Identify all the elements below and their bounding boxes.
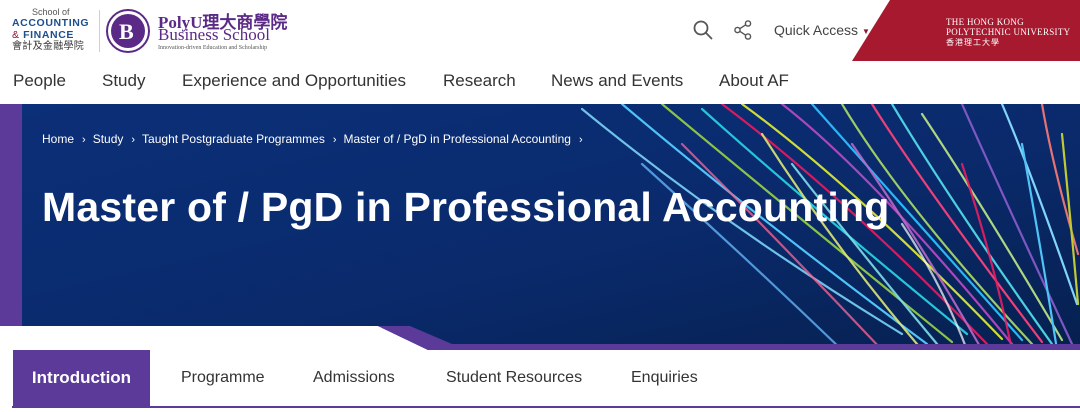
- chevron-right-icon: ›: [332, 134, 337, 146]
- nav-item-about-af[interactable]: About AF: [719, 71, 789, 91]
- breadcrumb-taught-postgraduate-programmes[interactable]: Taught Postgraduate Programmes: [142, 132, 325, 146]
- nav-item-people[interactable]: People: [13, 71, 66, 91]
- tabs-underline: [12, 406, 1080, 408]
- site-header: School of ACCOUNTING & FINANCE 會計及金融學院 B…: [0, 0, 1080, 62]
- af-logo-line1: School of: [32, 7, 70, 17]
- nav-item-news-and-events[interactable]: News and Events: [551, 71, 683, 91]
- hero-left-accent: [0, 104, 22, 326]
- breadcrumb-study[interactable]: Study: [93, 132, 124, 146]
- search-icon: [693, 20, 713, 40]
- af-logo-line2: ACCOUNTING: [12, 17, 90, 29]
- af-logo-line4: 會計及金融學院: [12, 41, 85, 52]
- school-of-accounting-finance-logo[interactable]: School of ACCOUNTING & FINANCE 會計及金融學院: [12, 8, 94, 56]
- tab-admissions[interactable]: Admissions: [313, 350, 395, 406]
- polyu-name-line2: POLYTECHNIC UNIVERSITY: [946, 27, 1071, 37]
- nav-item-research[interactable]: Research: [443, 71, 516, 91]
- hero-banner: Home › Study › Taught Postgraduate Programme…: [0, 104, 1080, 350]
- pbs-emblem-letter: B: [119, 19, 134, 44]
- chevron-right-icon: ›: [82, 134, 86, 146]
- chevron-right-icon: ›: [578, 134, 583, 146]
- polyu-emblem-icon: [852, 0, 880, 28]
- polyu-name-line1: THE HONG KONG: [946, 17, 1024, 27]
- page-title: Master of / PgD in Professional Accounti…: [42, 184, 890, 230]
- share-button[interactable]: [733, 19, 753, 41]
- polyu-business-school-logo[interactable]: B PolyU理大商學院 Business School Innovation-…: [106, 8, 287, 56]
- share-icon: [734, 20, 752, 40]
- tab-enquiries[interactable]: Enquiries: [631, 350, 698, 406]
- tab-programme[interactable]: Programme: [181, 350, 265, 406]
- tab-introduction[interactable]: Introduction: [13, 350, 150, 406]
- pbs-logo-line2: Business School: [158, 25, 270, 44]
- logo-divider: [99, 10, 100, 52]
- nav-item-experience-and-opportunities[interactable]: Experience and Opportunities: [182, 71, 406, 91]
- breadcrumb: Home › Study › Taught Postgraduate Programme…: [42, 132, 590, 146]
- polyu-name-chinese: 香港理工大學: [946, 38, 1000, 47]
- nav-item-study[interactable]: Study: [102, 71, 145, 91]
- tab-student-resources[interactable]: Student Resources: [446, 350, 582, 406]
- breadcrumb-home[interactable]: Home: [42, 132, 74, 146]
- polyu-university-badge[interactable]: THE HONG KONG POLYTECHNIC UNIVERSITY 香港理…: [852, 0, 1080, 61]
- breadcrumb-current-page[interactable]: Master of / PgD in Professional Accounti…: [343, 132, 570, 146]
- chevron-right-icon: ›: [131, 134, 136, 146]
- main-navigation: People Study Experience and Opportunitie…: [0, 62, 1080, 104]
- search-button[interactable]: [692, 19, 714, 41]
- pbs-logo-tagline: Innovation-driven Education and Scholars…: [158, 45, 268, 51]
- af-logo-line3: & FINANCE: [12, 28, 75, 41]
- quick-access-label: Quick Access: [774, 22, 859, 38]
